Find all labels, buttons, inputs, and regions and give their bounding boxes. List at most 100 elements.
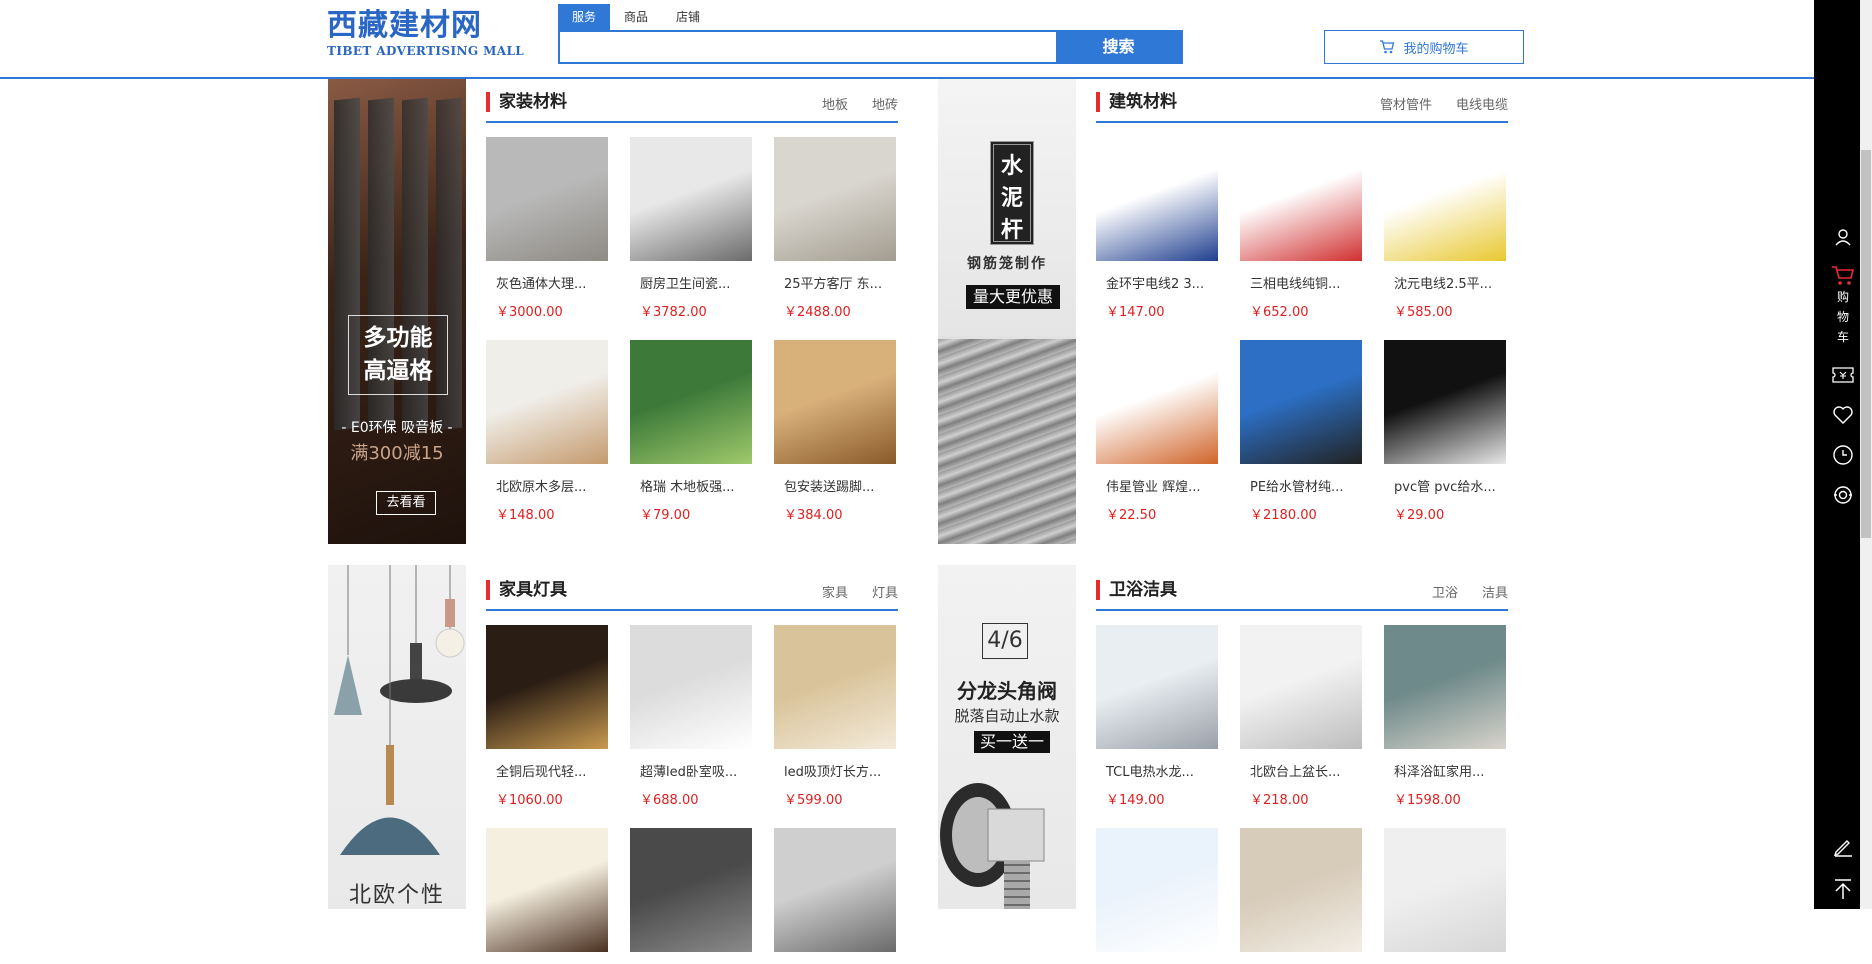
section-link[interactable]: 管材管件 <box>1380 98 1432 113</box>
product-image[interactable] <box>1096 137 1218 261</box>
product-image[interactable] <box>486 340 608 464</box>
product-image[interactable] <box>486 828 608 952</box>
product-image[interactable] <box>774 340 896 464</box>
section-link[interactable]: 卫浴 <box>1432 586 1458 601</box>
product-name[interactable]: 三相电线纯铜... <box>1240 273 1362 292</box>
product-image[interactable] <box>1240 625 1362 749</box>
my-cart-button[interactable]: 我的购物车 <box>1324 30 1524 64</box>
product-image[interactable] <box>774 828 896 952</box>
product-card[interactable]: pvc管 pvc给水... ￥29.00 <box>1384 340 1506 523</box>
product-card[interactable] <box>774 828 896 964</box>
product-image[interactable] <box>1240 137 1362 261</box>
user-icon <box>1835 229 1851 246</box>
product-image[interactable] <box>1384 340 1506 464</box>
search-tab-service[interactable]: 服务 <box>558 4 611 30</box>
product-card[interactable] <box>1240 828 1362 964</box>
product-card[interactable]: 北欧原木多层... ￥148.00 <box>486 340 608 523</box>
product-image[interactable] <box>630 137 752 261</box>
cart-icon <box>1832 266 1855 285</box>
product-name[interactable]: 厨房卫生间瓷... <box>630 273 752 292</box>
product-card[interactable] <box>1384 828 1506 964</box>
search-input[interactable] <box>560 32 1056 62</box>
product-name[interactable]: 包安装送踢脚... <box>774 476 896 495</box>
search-tab-shop[interactable]: 店铺 <box>662 4 714 30</box>
product-card[interactable] <box>630 828 752 964</box>
section-link[interactable]: 家具 <box>822 586 848 601</box>
product-image[interactable] <box>630 340 752 464</box>
product-name[interactable]: 北欧台上盆长... <box>1240 761 1362 780</box>
product-price: ￥384.00 <box>784 508 843 523</box>
product-card[interactable] <box>486 828 608 964</box>
section-link[interactable]: 电线电缆 <box>1456 98 1508 113</box>
product-name[interactable]: 25平方客厅 东... <box>774 273 896 292</box>
product-image[interactable] <box>630 625 752 749</box>
logo-subtitle: TIBET ADVERTISING MALL <box>327 44 525 58</box>
banner-angle-valve[interactable]: 4/6 分龙头角阀 脱落自动止水款 买一送一 <box>938 565 1076 909</box>
site-logo[interactable]: 西藏建材网 TIBET ADVERTISING MALL <box>327 8 524 58</box>
banner-acoustic-panel[interactable]: 多功能 高逼格 - E0环保 吸音板 - 满300减15 去看看 <box>328 79 466 544</box>
product-name[interactable]: 灰色通体大理... <box>486 273 608 292</box>
product-card[interactable]: 25平方客厅 东... ￥2488.00 <box>774 137 896 320</box>
section-title[interactable]: 卫浴洁具 <box>1096 580 1177 600</box>
banner-subtitle: 脱落自动止水款 <box>954 707 1060 725</box>
banner-cement-pole[interactable]: 水 泥 杆 钢筋笼制作 量大更优惠 <box>938 79 1076 544</box>
product-image[interactable] <box>774 137 896 261</box>
section-link[interactable]: 地板 <box>822 98 848 113</box>
section-links: 管材管件 电线电缆 <box>1356 94 1508 113</box>
product-name[interactable]: 北欧原木多层... <box>486 476 608 495</box>
section-link[interactable]: 灯具 <box>872 586 898 601</box>
product-image[interactable] <box>1384 828 1506 952</box>
product-card[interactable]: 全铜后现代轻... ￥1060.00 <box>486 625 608 808</box>
product-card[interactable]: 包安装送踢脚... ￥384.00 <box>774 340 896 523</box>
product-card[interactable]: 金环宇电线2 3... ￥147.00 <box>1096 137 1218 320</box>
section-link[interactable]: 地砖 <box>872 98 898 113</box>
search-tab-goods[interactable]: 商品 <box>610 4 662 30</box>
product-image[interactable] <box>630 828 752 952</box>
product-card[interactable]: 北欧台上盆长... ￥218.00 <box>1240 625 1362 808</box>
sidebar-cart-char: 购 <box>1836 290 1849 304</box>
section-link[interactable]: 洁具 <box>1482 586 1508 601</box>
product-card[interactable]: PE给水管材纯... ￥2180.00 <box>1240 340 1362 523</box>
product-card[interactable]: 科泽浴缸家用... ￥1598.00 <box>1384 625 1506 808</box>
product-name[interactable]: PE给水管材纯... <box>1240 476 1362 495</box>
product-image[interactable] <box>1384 137 1506 261</box>
banner-pendant-lamp[interactable]: 北欧个性 <box>328 565 466 909</box>
product-card[interactable]: 三相电线纯铜... ￥652.00 <box>1240 137 1362 320</box>
product-name[interactable]: 伟星管业 辉煌... <box>1096 476 1218 495</box>
product-card[interactable]: 沈元电线2.5平... ￥585.00 <box>1384 137 1506 320</box>
product-name[interactable]: 格瑞 木地板强... <box>630 476 752 495</box>
product-image[interactable] <box>774 625 896 749</box>
go-look-button[interactable]: 去看看 <box>376 491 436 515</box>
product-image[interactable] <box>1096 828 1218 952</box>
search-button[interactable]: 搜索 <box>1056 32 1181 62</box>
product-name[interactable]: led吸顶灯长方... <box>774 761 896 780</box>
scrollbar-thumb[interactable] <box>1861 150 1871 538</box>
product-image[interactable] <box>1240 828 1362 952</box>
product-card[interactable]: led吸顶灯长方... ￥599.00 <box>774 625 896 808</box>
product-name[interactable]: pvc管 pvc给水... <box>1384 476 1506 495</box>
product-card[interactable]: 厨房卫生间瓷... ￥3782.00 <box>630 137 752 320</box>
product-card[interactable]: 灰色通体大理... ￥3000.00 <box>486 137 608 320</box>
product-image[interactable] <box>1384 625 1506 749</box>
section-title[interactable]: 家具灯具 <box>486 580 567 600</box>
product-name[interactable]: 超薄led卧室吸... <box>630 761 752 780</box>
product-name[interactable]: 沈元电线2.5平... <box>1384 273 1506 292</box>
product-image[interactable] <box>486 625 608 749</box>
product-name[interactable]: TCL电热水龙... <box>1096 761 1218 780</box>
product-image[interactable] <box>1096 340 1218 464</box>
section-title[interactable]: 家装材料 <box>486 92 567 112</box>
product-card[interactable]: 格瑞 木地板强... ￥79.00 <box>630 340 752 523</box>
product-name[interactable]: 金环宇电线2 3... <box>1096 273 1218 292</box>
product-name[interactable]: 科泽浴缸家用... <box>1384 761 1506 780</box>
site-header: 西藏建材网 TIBET ADVERTISING MALL 服务 商品 店铺 搜索… <box>0 0 1814 79</box>
product-image[interactable] <box>486 137 608 261</box>
product-card[interactable]: TCL电热水龙... ￥149.00 <box>1096 625 1218 808</box>
product-image[interactable] <box>1096 625 1218 749</box>
section-title[interactable]: 建筑材料 <box>1096 92 1177 112</box>
product-price: ￥218.00 <box>1250 793 1309 808</box>
product-card[interactable]: 超薄led卧室吸... ￥688.00 <box>630 625 752 808</box>
product-name[interactable]: 全铜后现代轻... <box>486 761 608 780</box>
product-image[interactable] <box>1240 340 1362 464</box>
product-card[interactable] <box>1096 828 1218 964</box>
product-card[interactable]: 伟星管业 辉煌... ￥22.50 <box>1096 340 1218 523</box>
